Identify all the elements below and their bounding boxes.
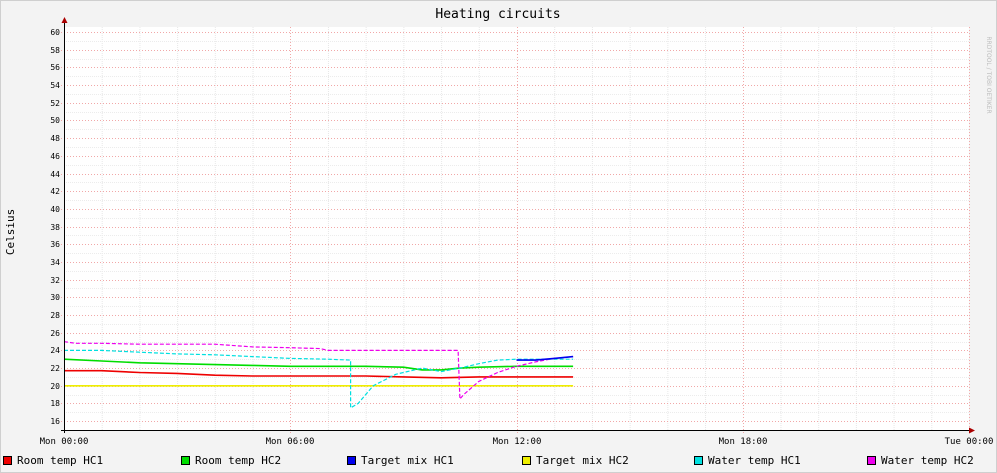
legend: Room temp HC1 Room temp HC2 Target mix HC1… — [0, 451, 997, 469]
y-tick-label: 40 — [50, 205, 60, 214]
legend-item: Water temp HC1 — [694, 451, 801, 469]
x-tick-label: Mon 06:00 — [266, 437, 315, 447]
y-tick-label: 34 — [50, 258, 60, 267]
y-tick-label: 24 — [50, 346, 60, 355]
y-tick-labels: 16 18 20 22 24 26 28 30 32 34 36 38 40 42 44 46 48 50 52 54… — [50, 28, 60, 426]
y-tick-label: 56 — [50, 63, 60, 72]
y-tick-label: 18 — [50, 399, 60, 408]
y-tick-label: 42 — [50, 187, 60, 196]
x-tick-label: Mon 00:00 — [40, 437, 89, 447]
y-axis-label: Celsius — [4, 209, 17, 255]
legend-label: Water temp HC2 — [881, 453, 974, 467]
y-tick-label: 58 — [50, 46, 60, 55]
y-tick-label: 60 — [50, 28, 60, 37]
legend-item: Room temp HC1 — [3, 451, 103, 469]
y-tick-label: 54 — [50, 81, 60, 90]
watermark: RRDTOOL / TOBI OETIKER — [985, 36, 992, 113]
y-tick-label: 52 — [50, 99, 60, 108]
legend-swatch — [3, 455, 12, 465]
y-tick-label: 38 — [50, 223, 60, 232]
y-tick-label: 48 — [50, 134, 60, 143]
legend-label: Water temp HC1 — [708, 453, 801, 467]
legend-label: Target mix HC1 — [361, 453, 454, 467]
legend-label: Room temp HC1 — [17, 453, 104, 467]
y-tick-label: 22 — [50, 364, 60, 373]
legend-item: Water temp HC2 — [867, 451, 974, 469]
chart-title: Heating circuits — [435, 7, 560, 22]
y-tick-label: 36 — [50, 240, 60, 249]
y-tick-label: 44 — [50, 170, 60, 179]
legend-label: Target mix HC2 — [536, 453, 629, 467]
y-tick-label: 20 — [50, 382, 60, 391]
y-tick-label: 46 — [50, 152, 60, 161]
legend-swatch — [694, 455, 703, 465]
y-tick-label: 50 — [50, 116, 60, 125]
x-tick-label: Tue 00:00 — [945, 437, 994, 447]
y-tick-label: 16 — [50, 417, 60, 426]
legend-item: Target mix HC1 — [347, 451, 454, 469]
y-tick-label: 28 — [50, 311, 60, 320]
legend-item: Target mix HC2 — [522, 451, 629, 469]
chart: 16 18 20 22 24 26 28 30 32 34 36 38 40 42 44 46 48 50 52 54… — [0, 0, 997, 473]
y-tick-label: 26 — [50, 329, 60, 338]
x-tick-label: Mon 12:00 — [493, 437, 542, 447]
plot-area — [64, 27, 969, 430]
y-tick-label: 32 — [50, 276, 60, 285]
legend-swatch — [347, 455, 356, 465]
legend-item: Room temp HC2 — [181, 451, 281, 469]
legend-swatch — [181, 455, 190, 465]
y-tick-label: 30 — [50, 293, 60, 302]
legend-swatch — [522, 455, 531, 465]
legend-label: Room temp HC2 — [195, 453, 282, 467]
x-tick-label: Mon 18:00 — [719, 437, 768, 447]
legend-swatch — [867, 455, 876, 465]
